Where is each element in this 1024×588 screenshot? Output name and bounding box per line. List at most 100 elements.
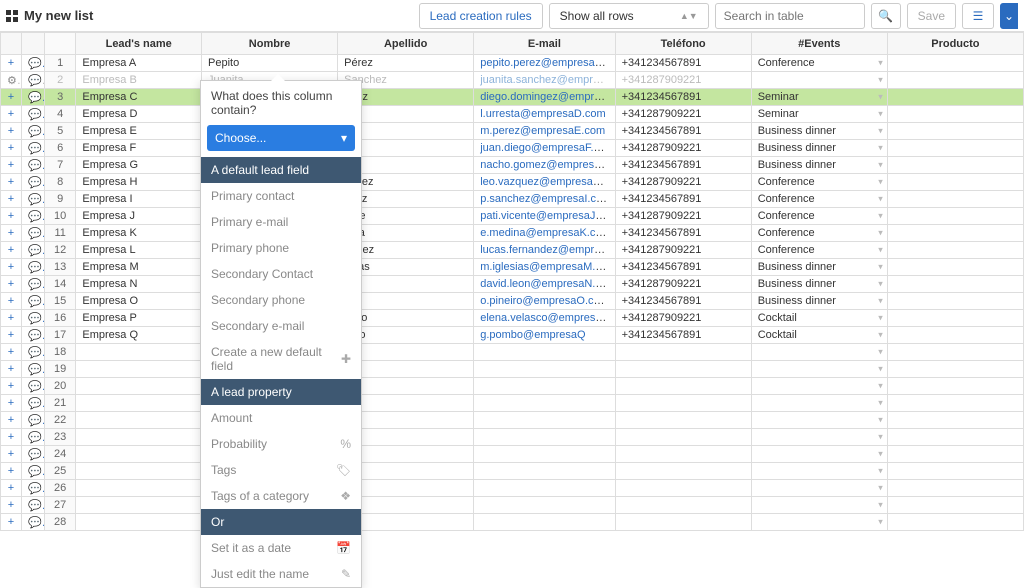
table-row[interactable]: +💬5Empresa EMartam.perez@empresaE.com+34… xyxy=(1,123,1024,140)
plus-icon[interactable]: + xyxy=(8,261,14,273)
comment-cell[interactable]: 💬 xyxy=(21,310,44,327)
comment-cell[interactable]: 💬 xyxy=(21,412,44,429)
email-cell[interactable]: l.urresta@empresaD.com xyxy=(474,106,615,123)
producto-cell[interactable] xyxy=(887,191,1023,208)
events-cell[interactable]: ▾ xyxy=(751,412,887,429)
producto-cell[interactable] xyxy=(887,72,1023,89)
add-row-cell[interactable]: + xyxy=(1,463,22,480)
email-cell[interactable]: e.medina@empresaK.com xyxy=(474,225,615,242)
dropdown-caret-icon[interactable]: ▾ xyxy=(878,109,883,120)
email-cell[interactable] xyxy=(474,480,615,497)
table-row[interactable]: +💬7Empresa GNachoeznacho.gomez@empresaG.… xyxy=(1,157,1024,174)
table-row[interactable]: +💬3Empresa CDiegoguezdiego.domingez@empr… xyxy=(1,89,1024,106)
lead-creation-rules-button[interactable]: Lead creation rules xyxy=(419,3,543,29)
events-cell[interactable]: Seminar▾ xyxy=(751,89,887,106)
lead-name-cell[interactable]: Empresa J xyxy=(76,208,202,225)
popup-item[interactable]: Tags🏷 xyxy=(201,457,361,483)
plus-icon[interactable]: + xyxy=(8,295,14,307)
add-row-cell[interactable]: + xyxy=(1,361,22,378)
producto-cell[interactable] xyxy=(887,140,1023,157)
table-row[interactable]: +💬17Empresa QGonzalombog.pombo@empresaQ+… xyxy=(1,327,1024,344)
popup-item[interactable]: Primary contact xyxy=(201,183,361,209)
add-row-cell[interactable]: + xyxy=(1,327,22,344)
producto-cell[interactable] xyxy=(887,174,1023,191)
email-cell[interactable]: lucas.fernandez@empresaL.... xyxy=(474,242,615,259)
events-cell[interactable]: ▾ xyxy=(751,344,887,361)
lead-name-cell[interactable]: Empresa L xyxy=(76,242,202,259)
lead-name-cell[interactable]: Empresa B xyxy=(76,72,202,89)
popup-item[interactable]: Secondary Contact xyxy=(201,261,361,287)
comment-cell[interactable]: 💬 xyxy=(21,344,44,361)
comment-cell[interactable]: 💬 xyxy=(21,259,44,276)
email-link[interactable]: nacho.gomez@empresaG.com xyxy=(480,159,615,171)
lead-name-cell[interactable]: Empresa M xyxy=(76,259,202,276)
producto-cell[interactable] xyxy=(887,463,1023,480)
dropdown-caret-icon[interactable]: ▾ xyxy=(878,330,883,341)
producto-cell[interactable] xyxy=(887,395,1023,412)
producto-cell[interactable] xyxy=(887,310,1023,327)
add-row-cell[interactable]: + xyxy=(1,276,22,293)
plus-icon[interactable]: + xyxy=(8,363,14,375)
popup-item[interactable]: Secondary phone xyxy=(201,287,361,313)
col-email[interactable]: E-mail xyxy=(474,33,615,55)
table-row[interactable]: +💬1Empresa APepitoPérezpepito.perez@empr… xyxy=(1,55,1024,72)
lead-name-cell[interactable]: Empresa O xyxy=(76,293,202,310)
popup-item[interactable]: Just edit the name✎ xyxy=(201,561,361,587)
dropdown-caret-icon[interactable]: ▾ xyxy=(878,194,883,205)
telefono-cell[interactable] xyxy=(615,412,751,429)
comment-cell[interactable]: 💬 xyxy=(21,361,44,378)
events-cell[interactable]: Business dinner▾ xyxy=(751,259,887,276)
producto-cell[interactable] xyxy=(887,106,1023,123)
comment-cell[interactable]: 💬 xyxy=(21,276,44,293)
dropdown-caret-icon[interactable]: ▾ xyxy=(878,381,883,392)
dropdown-caret-icon[interactable]: ▾ xyxy=(878,143,883,154)
events-cell[interactable]: Cocktail▾ xyxy=(751,310,887,327)
table-row[interactable]: +💬25▾ xyxy=(1,463,1024,480)
dropdown-caret-icon[interactable]: ▾ xyxy=(878,75,883,86)
add-row-cell[interactable]: + xyxy=(1,480,22,497)
email-cell[interactable]: o.pineiro@empresaO.com xyxy=(474,293,615,310)
col-lead[interactable]: Lead's name xyxy=(76,33,202,55)
email-link[interactable]: g.pombo@empresaQ xyxy=(480,329,585,341)
popup-item[interactable]: Primary phone xyxy=(201,235,361,261)
plus-icon[interactable]: + xyxy=(8,278,14,290)
producto-cell[interactable] xyxy=(887,497,1023,514)
plus-icon[interactable]: + xyxy=(8,108,14,120)
lead-name-cell[interactable]: Empresa C xyxy=(76,89,202,106)
dropdown-caret-icon[interactable]: ▾ xyxy=(878,279,883,290)
dropdown-caret-icon[interactable]: ▾ xyxy=(878,466,883,477)
plus-icon[interactable]: + xyxy=(8,499,14,511)
comment-cell[interactable]: 💬 xyxy=(21,140,44,157)
plus-icon[interactable]: + xyxy=(8,176,14,188)
telefono-cell[interactable]: +341287909221 xyxy=(615,106,751,123)
table-row[interactable]: +💬18▾ xyxy=(1,344,1024,361)
telefono-cell[interactable]: +341234567891 xyxy=(615,327,751,344)
lead-name-cell[interactable]: Empresa H xyxy=(76,174,202,191)
add-row-cell[interactable]: + xyxy=(1,242,22,259)
dropdown-caret-icon[interactable]: ▾ xyxy=(878,228,883,239)
popup-item[interactable]: Set it as a date📅 xyxy=(201,535,361,561)
plus-icon[interactable]: + xyxy=(8,159,14,171)
lead-name-cell[interactable]: Empresa N xyxy=(76,276,202,293)
lead-name-cell[interactable] xyxy=(76,395,202,412)
table-row[interactable]: +💬15Empresa OOliviaeiroo.pineiro@empresa… xyxy=(1,293,1024,310)
table-row[interactable]: +💬23▾ xyxy=(1,429,1024,446)
email-cell[interactable]: p.sanchez@empresaI.com xyxy=(474,191,615,208)
lead-name-cell[interactable] xyxy=(76,429,202,446)
table-row[interactable]: +💬24▾ xyxy=(1,446,1024,463)
popup-item[interactable]: Amount xyxy=(201,405,361,431)
popup-item[interactable]: Create a new default field✚ xyxy=(201,339,361,379)
telefono-cell[interactable] xyxy=(615,446,751,463)
email-cell[interactable] xyxy=(474,446,615,463)
plus-icon[interactable]: + xyxy=(8,431,14,443)
email-link[interactable]: o.pineiro@empresaO.com xyxy=(480,295,609,307)
producto-cell[interactable] xyxy=(887,446,1023,463)
lead-name-cell[interactable]: Empresa K xyxy=(76,225,202,242)
add-row-cell[interactable]: + xyxy=(1,157,22,174)
add-row-cell[interactable]: + xyxy=(1,514,22,531)
lead-name-cell[interactable] xyxy=(76,412,202,429)
add-row-cell[interactable]: + xyxy=(1,208,22,225)
email-cell[interactable]: elena.velasco@empresaP.com xyxy=(474,310,615,327)
save-button[interactable]: Save xyxy=(907,3,956,29)
events-cell[interactable]: Business dinner▾ xyxy=(751,157,887,174)
